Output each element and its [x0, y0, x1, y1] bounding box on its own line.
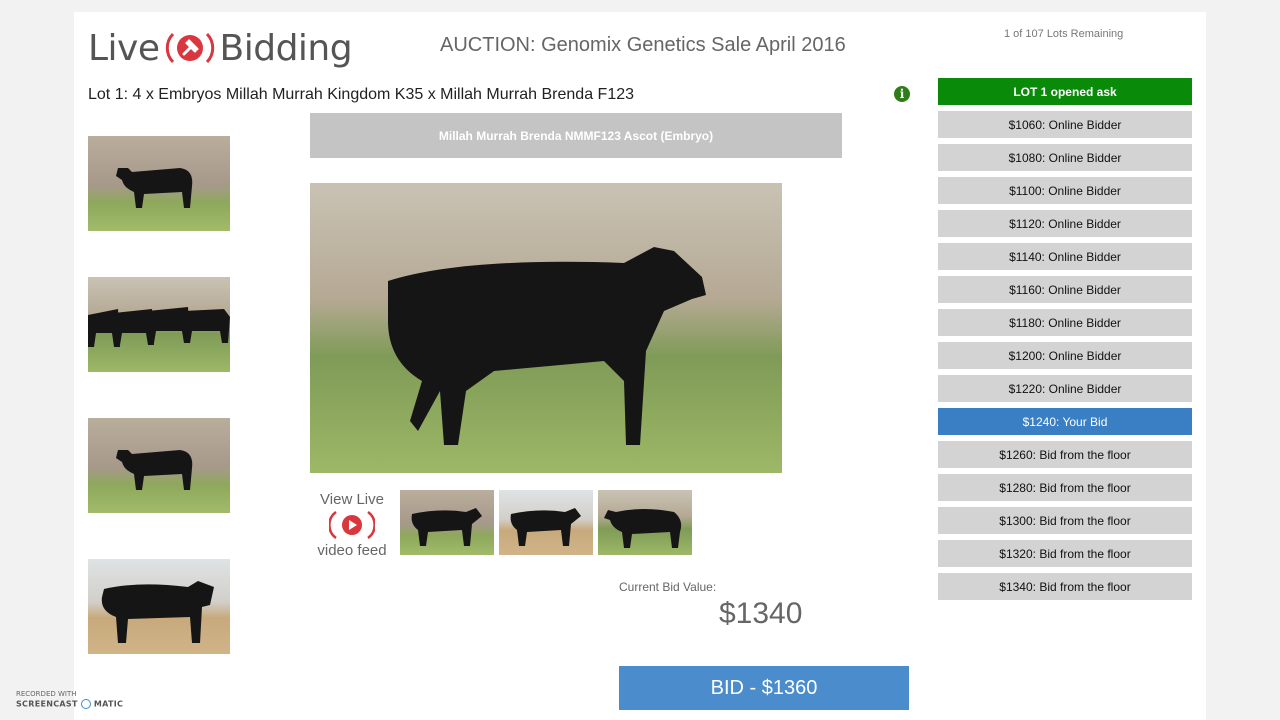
photo-caption: Millah Murrah Brenda NMMF123 Ascot (Embr…: [310, 113, 842, 158]
logo-word-bidding: Bidding: [219, 27, 353, 69]
screencast-watermark: RECORDED WITH SCREENCAST MATIC: [16, 690, 123, 709]
bid-history-list: LOT 1 opened ask $1060: Online Bidder $108…: [938, 78, 1192, 606]
bid-button[interactable]: BID - $1360: [619, 666, 909, 710]
media-thumbnails: [400, 490, 692, 555]
media-thumbnail-2[interactable]: [499, 490, 593, 555]
bid-history-row: $1160: Online Bidder: [938, 276, 1192, 303]
thumbnail-cow[interactable]: [88, 559, 230, 654]
lot-title: Lot 1: 4 x Embryos Millah Murrah Kingdom…: [88, 86, 635, 103]
bid-history-row: $1340: Bid from the floor: [938, 573, 1192, 600]
bid-history-row: $1200: Online Bidder: [938, 342, 1192, 369]
watermark-line3: MATIC: [93, 699, 124, 709]
bid-history-row: LOT 1 opened ask: [938, 78, 1192, 105]
lot-photo-thumbnails: [88, 136, 230, 700]
lots-remaining: 1 of 107 Lots Remaining: [1004, 28, 1124, 40]
live-stream-icon: [329, 510, 375, 540]
info-icon[interactable]: i: [894, 86, 910, 102]
current-bid-label: Current Bid Value:: [619, 580, 717, 594]
bid-history-row: $1220: Online Bidder: [938, 375, 1192, 402]
broadcast-gavel-icon: [165, 32, 214, 64]
thumbnail-bull-1[interactable]: [88, 136, 230, 231]
bid-history-row: $1260: Bid from the floor: [938, 441, 1192, 468]
bid-history-row: $1280: Bid from the floor: [938, 474, 1192, 501]
logo-word-live: Live: [88, 27, 160, 69]
bid-history-row: $1100: Online Bidder: [938, 177, 1192, 204]
view-live-label: View Live: [320, 491, 384, 508]
bid-history-row: $1120: Online Bidder: [938, 210, 1192, 237]
bid-history-row: $1240: Your Bid: [938, 408, 1192, 435]
media-thumbnail-3[interactable]: [598, 490, 692, 555]
auction-page: Live Bidding AUCTION: Genomix Genetics S…: [74, 12, 1206, 720]
media-thumbnail-1[interactable]: [400, 490, 494, 555]
auction-title: AUCTION: Genomix Genetics Sale April 201…: [440, 34, 846, 56]
main-lot-photo: [310, 183, 782, 473]
bid-history-row: $1320: Bid from the floor: [938, 540, 1192, 567]
bid-history-row: $1300: Bid from the floor: [938, 507, 1192, 534]
bid-history-row: $1080: Online Bidder: [938, 144, 1192, 171]
thumbnail-bull-2[interactable]: [88, 418, 230, 513]
live-bidding-logo[interactable]: Live Bidding: [88, 20, 353, 76]
bid-history-row: $1180: Online Bidder: [938, 309, 1192, 336]
thumbnail-herd[interactable]: [88, 277, 230, 372]
video-feed-label: video feed: [317, 542, 387, 559]
screencast-logo-icon: [80, 699, 91, 709]
watermark-line1: RECORDED WITH: [16, 690, 77, 698]
bid-history-row: $1060: Online Bidder: [938, 111, 1192, 138]
watermark-line2: SCREENCAST: [16, 699, 78, 709]
current-bid-value: $1340: [719, 597, 803, 630]
bid-history-row: $1140: Online Bidder: [938, 243, 1192, 270]
view-live-video-feed[interactable]: View Live video feed: [304, 491, 400, 561]
